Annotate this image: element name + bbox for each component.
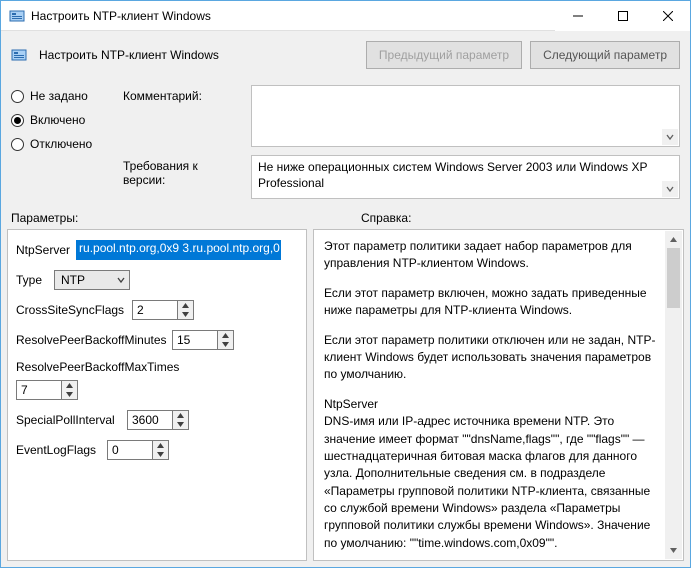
eventlog-label: EventLogFlags <box>16 443 101 457</box>
comment-label: Комментарий: <box>123 85 243 147</box>
section-labels: Параметры: Справка: <box>1 199 690 229</box>
help-text: Этот параметр политики задает набор пара… <box>324 238 659 273</box>
maximize-button[interactable] <box>600 1 645 31</box>
spin-down-icon[interactable] <box>218 340 233 349</box>
comment-textarea[interactable] <box>251 85 680 147</box>
scroll-up-icon[interactable] <box>665 231 682 248</box>
minimize-button[interactable] <box>555 1 600 31</box>
crosssite-label: CrossSiteSyncFlags <box>16 303 126 317</box>
scroll-track[interactable] <box>665 248 682 542</box>
radio-icon <box>11 114 24 127</box>
resolvemax-input[interactable] <box>16 380 62 400</box>
requirements-box: Не ниже операционных систем Windows Serv… <box>251 155 680 199</box>
help-text: Если этот параметр включен, можно задать… <box>324 285 659 320</box>
radio-label: Отключено <box>30 137 92 151</box>
help-text: Если этот параметр политики отключен или… <box>324 332 659 384</box>
resolvemin-input[interactable] <box>172 330 218 350</box>
type-label: Type <box>16 273 48 287</box>
upper-section: Не задано Включено Отключено Комментарий… <box>1 79 690 199</box>
eventlog-spinner[interactable] <box>107 440 169 460</box>
resolvemin-label: ResolvePeerBackoffMinutes <box>16 333 166 347</box>
radio-label: Включено <box>30 113 85 127</box>
help-scrollbar[interactable] <box>665 231 682 559</box>
spin-up-icon[interactable] <box>178 301 193 310</box>
special-label: SpecialPollInterval <box>16 413 121 427</box>
state-radios: Не задано Включено Отключено <box>11 85 111 199</box>
titlebar: Настроить NTP-клиент Windows <box>1 1 690 31</box>
close-button[interactable] <box>645 1 690 31</box>
previous-setting-button[interactable]: Предыдущий параметр <box>366 41 522 69</box>
crosssite-spinner[interactable] <box>132 300 194 320</box>
panes: NtpServer ru.pool.ntp.org,0x9 3.ru.pool.… <box>1 229 690 567</box>
radio-label: Не задано <box>30 89 88 103</box>
scroll-down-icon[interactable] <box>665 542 682 559</box>
spin-down-icon[interactable] <box>178 310 193 319</box>
spin-up-icon[interactable] <box>153 441 168 450</box>
help-pane: Этот параметр политики задает набор пара… <box>313 229 684 561</box>
app-icon <box>9 8 25 24</box>
radio-disabled[interactable]: Отключено <box>11 137 111 151</box>
spin-down-icon[interactable] <box>173 420 188 429</box>
chevron-down-icon <box>117 276 125 284</box>
toolbar: Настроить NTP-клиент Windows Предыдущий … <box>1 31 690 79</box>
spin-up-icon[interactable] <box>62 381 77 390</box>
options-heading: Параметры: <box>11 211 311 225</box>
options-pane: NtpServer ru.pool.ntp.org,0x9 3.ru.pool.… <box>7 229 307 561</box>
resolvemax-spinner[interactable] <box>16 380 298 400</box>
resolvemin-spinner[interactable] <box>172 330 234 350</box>
window-title: Настроить NTP-клиент Windows <box>31 9 555 23</box>
requirements-label: Требования к версии: <box>123 155 243 199</box>
help-heading: Справка: <box>311 211 680 225</box>
ntpserver-input[interactable]: ru.pool.ntp.org,0x9 3.ru.pool.ntp.org,0x… <box>76 240 281 260</box>
toolbar-title: Настроить NTP-клиент Windows <box>39 48 358 62</box>
radio-icon <box>11 138 24 151</box>
crosssite-input[interactable] <box>132 300 178 320</box>
scroll-thumb[interactable] <box>667 248 680 308</box>
spin-up-icon[interactable] <box>218 331 233 340</box>
chevron-down-icon[interactable] <box>662 129 678 145</box>
radio-not-configured[interactable]: Не задано <box>11 89 111 103</box>
spin-down-icon[interactable] <box>62 390 77 399</box>
chevron-down-icon[interactable] <box>662 181 678 197</box>
policy-icon <box>11 47 27 63</box>
form-column: Комментарий: Требования к версии: Не ниж… <box>123 85 680 199</box>
type-select[interactable]: NTP <box>54 270 130 290</box>
eventlog-input[interactable] <box>107 440 153 460</box>
next-setting-button[interactable]: Следующий параметр <box>530 41 680 69</box>
special-input[interactable] <box>127 410 173 430</box>
spin-down-icon[interactable] <box>153 450 168 459</box>
radio-icon <box>11 90 24 103</box>
help-text: NtpServer DNS-имя или IP-адрес источника… <box>324 396 659 553</box>
radio-enabled[interactable]: Включено <box>11 113 111 127</box>
spin-up-icon[interactable] <box>173 411 188 420</box>
resolvemax-label: ResolvePeerBackoffMaxTimes <box>16 360 298 374</box>
dialog-window: Настроить NTP-клиент Windows Настроить N… <box>0 0 691 568</box>
special-spinner[interactable] <box>127 410 189 430</box>
ntpserver-label: NtpServer <box>16 243 70 257</box>
